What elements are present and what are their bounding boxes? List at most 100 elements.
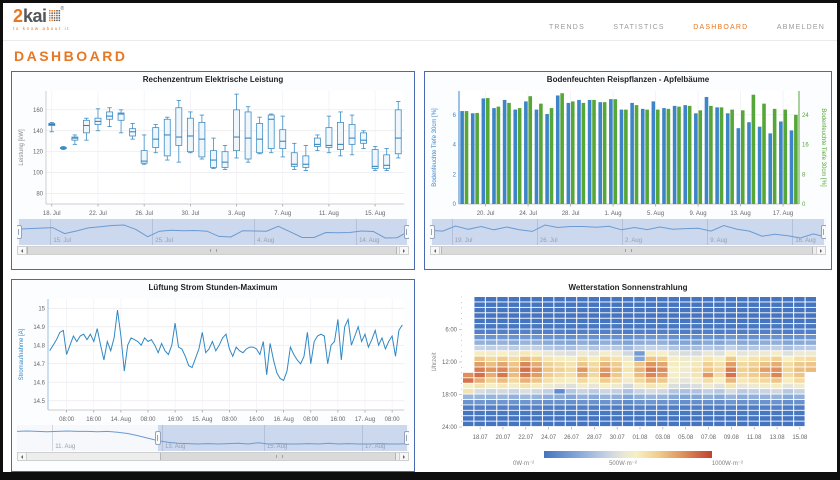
nav-item-trends[interactable]: TRENDS xyxy=(549,24,585,31)
heatmap-cell xyxy=(600,302,610,307)
heatmap-cell xyxy=(600,400,610,405)
heatmap-cell xyxy=(646,373,656,378)
heatmap-cell xyxy=(657,351,667,356)
bar-green xyxy=(698,110,702,204)
legend-gradient xyxy=(544,451,712,458)
scrollbar-arrow-right[interactable] xyxy=(399,453,408,460)
heatmap-cell xyxy=(646,324,656,329)
heatmap-cell xyxy=(509,302,519,307)
bar-green xyxy=(475,113,479,204)
bar-blue xyxy=(524,101,528,204)
heatmap-cell xyxy=(543,400,553,405)
heatmap-cell xyxy=(474,335,484,340)
heatmap-cell xyxy=(497,367,507,372)
heatmap-cell xyxy=(532,362,542,367)
heatmap-cell xyxy=(589,319,599,324)
tick-label: 07.08 xyxy=(701,435,717,441)
nav-item-statistics[interactable]: STATISTICS xyxy=(613,24,664,31)
heatmap-cell xyxy=(634,400,644,405)
heatmap-cell xyxy=(543,416,553,421)
tick-label: 0 xyxy=(453,202,457,208)
logo-dot xyxy=(53,12,55,14)
logo[interactable]: 2kai® to know about it xyxy=(13,7,70,32)
heatmap-cell xyxy=(589,362,599,367)
tick-label: 28. Jul xyxy=(562,211,580,217)
range-navigator[interactable]: 11. Aug13. Aug15. Aug17. Aug xyxy=(17,425,409,451)
scrollbar-thumb[interactable] xyxy=(27,247,396,254)
heatmap-cell xyxy=(669,362,679,367)
scrollbar-thumb[interactable] xyxy=(160,453,397,460)
heatmap-cell xyxy=(806,340,816,345)
heatmap-cell xyxy=(737,362,747,367)
navigator-handle-left[interactable] xyxy=(430,225,435,239)
heatmap-cell xyxy=(600,389,610,394)
bar-blue xyxy=(556,95,560,204)
arrow-right-icon xyxy=(403,249,407,253)
logo-dot xyxy=(56,12,58,14)
heatmap-cell xyxy=(497,302,507,307)
heatmap-cell xyxy=(703,389,713,394)
heatmap-cell xyxy=(520,308,530,313)
heatmap-cell xyxy=(600,340,610,345)
bar-blue xyxy=(641,109,645,204)
scrollbar-arrow-right[interactable] xyxy=(399,247,408,254)
navigator-handle-left[interactable] xyxy=(155,431,161,445)
scrollbar[interactable] xyxy=(17,246,409,255)
heatmap-cell xyxy=(474,362,484,367)
nav-item-abmelden[interactable]: ABMELDEN xyxy=(777,24,825,31)
heatmap-cell xyxy=(669,400,679,405)
heatmap-cell xyxy=(589,389,599,394)
heatmap-cell xyxy=(771,297,781,302)
heatmap-cell xyxy=(520,362,530,367)
range-navigator[interactable]: 15. Jul25. Jul4. Aug14. Aug xyxy=(17,219,409,245)
heatmap-cell xyxy=(714,324,724,329)
heatmap-cell xyxy=(726,313,736,318)
heatmap-cell xyxy=(783,297,793,302)
scrollbar-arrow-left[interactable] xyxy=(431,247,440,254)
heatmap-cell xyxy=(714,313,724,318)
heatmap-cell xyxy=(714,384,724,389)
scrollbar[interactable] xyxy=(430,246,826,255)
heatmap-cell xyxy=(794,411,804,416)
logo-dot xyxy=(58,15,60,16)
bar-blue xyxy=(779,121,783,204)
heatmap-cell xyxy=(748,378,758,383)
heatmap-cell xyxy=(726,340,736,345)
heatmap-cell xyxy=(680,313,690,318)
navigator-handle-right[interactable] xyxy=(404,225,409,239)
heatmap-cell xyxy=(726,330,736,335)
heatmap-cell xyxy=(783,340,793,345)
heatmap-cell xyxy=(589,384,599,389)
heatmap-cell xyxy=(726,400,736,405)
heatmap-cell xyxy=(691,384,701,389)
heatmap-cell xyxy=(703,335,713,340)
navigator-handle-right[interactable] xyxy=(821,225,826,239)
heatmap-cell xyxy=(543,308,553,313)
heatmap-cell xyxy=(703,373,713,378)
heatmap-cell xyxy=(554,378,564,383)
heatmap-cell xyxy=(497,313,507,318)
heatmap-cell xyxy=(634,324,644,329)
range-navigator[interactable]: 19. Jul26. Jul2. Aug9. Aug16. Aug xyxy=(430,219,826,245)
heatmap-cell xyxy=(611,422,621,427)
scrollbar-arrow-left[interactable] xyxy=(18,453,27,460)
heatmap-cell xyxy=(657,297,667,302)
navigator-handle-right[interactable] xyxy=(404,431,409,445)
tick-label: 30.07 xyxy=(610,435,626,441)
heatmap-cell xyxy=(554,411,564,416)
bar-blue xyxy=(492,108,496,204)
tick-label: 08:00 xyxy=(59,417,75,423)
heatmap-cell xyxy=(714,297,724,302)
scrollbar-thumb[interactable] xyxy=(441,247,814,254)
heatmap-cell xyxy=(669,308,679,313)
scrollbar-arrow-right[interactable] xyxy=(816,247,825,254)
scrollbar-arrow-left[interactable] xyxy=(18,247,27,254)
heatmap-cell xyxy=(554,313,564,318)
heatmap-cell xyxy=(680,400,690,405)
scrollbar[interactable] xyxy=(17,452,409,461)
navigator-handle-left[interactable] xyxy=(17,225,22,239)
heatmap-cell xyxy=(577,297,587,302)
heatmap-cell xyxy=(554,330,564,335)
nav-item-dashboard[interactable]: DASHBOARD xyxy=(693,24,748,31)
heatmap-cell xyxy=(691,297,701,302)
